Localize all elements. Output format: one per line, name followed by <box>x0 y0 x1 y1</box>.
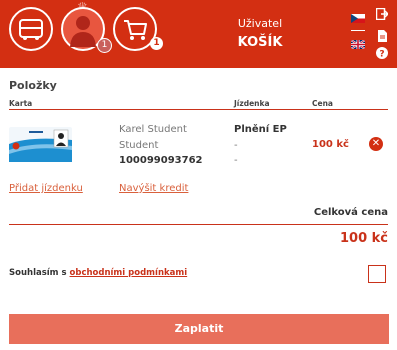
total-value: 100 kč <box>339 231 388 246</box>
terms-link[interactable]: obchodními podmínkami <box>70 268 188 278</box>
item-price: 100 kč <box>312 139 349 150</box>
remove-item-button[interactable]: ✕ <box>369 137 383 151</box>
cart-badge: 1 <box>150 37 163 50</box>
terms-text: Souhlasím s <box>9 268 67 278</box>
card-number: 100099093762 <box>119 155 203 166</box>
bus-nav-button[interactable] <box>9 7 53 51</box>
ticket-detail-2: - <box>234 155 238 166</box>
items-title: Položky <box>9 79 57 92</box>
column-price: Cena <box>312 99 333 108</box>
close-icon: ✕ <box>371 138 381 149</box>
top-bar: ♛ 1 1 Uživatel KOŠÍK ? <box>0 0 397 68</box>
logout-icon[interactable] <box>376 8 388 20</box>
card-holder-name: Karel Student <box>119 124 187 135</box>
total-label: Celková cena <box>313 207 388 218</box>
svg-text:?: ? <box>379 50 384 60</box>
column-ticket: Jízdenka <box>234 99 270 108</box>
terms-agreement: Souhlasím s obchodními podmínkami <box>9 268 187 278</box>
profile-badge: 1 <box>97 38 112 53</box>
column-card: Karta <box>9 99 33 108</box>
uk-flag-icon[interactable] <box>351 40 365 49</box>
total-divider <box>9 224 388 225</box>
terms-checkbox[interactable] <box>368 265 386 283</box>
user-label: Uživatel <box>237 17 283 30</box>
add-credit-link[interactable]: Navýšit kredit <box>119 183 188 194</box>
help-icon[interactable]: ? <box>376 47 388 59</box>
document-icon[interactable] <box>376 30 388 42</box>
cart-icon <box>124 20 147 40</box>
bus-icon <box>19 19 43 40</box>
ticket-detail-1: - <box>234 140 238 151</box>
flag-divider <box>351 30 365 31</box>
pay-button[interactable]: Zaplatit <box>9 314 389 344</box>
card-holder-type: Student <box>119 140 159 151</box>
header-divider <box>9 109 388 110</box>
transport-card-image <box>9 127 72 162</box>
add-ticket-link[interactable]: Přidat jízdenku <box>9 183 83 194</box>
ticket-name: Plnění EP <box>234 124 287 135</box>
page-title: KOŠÍK <box>237 35 283 50</box>
czech-flag-icon[interactable] <box>351 14 365 23</box>
